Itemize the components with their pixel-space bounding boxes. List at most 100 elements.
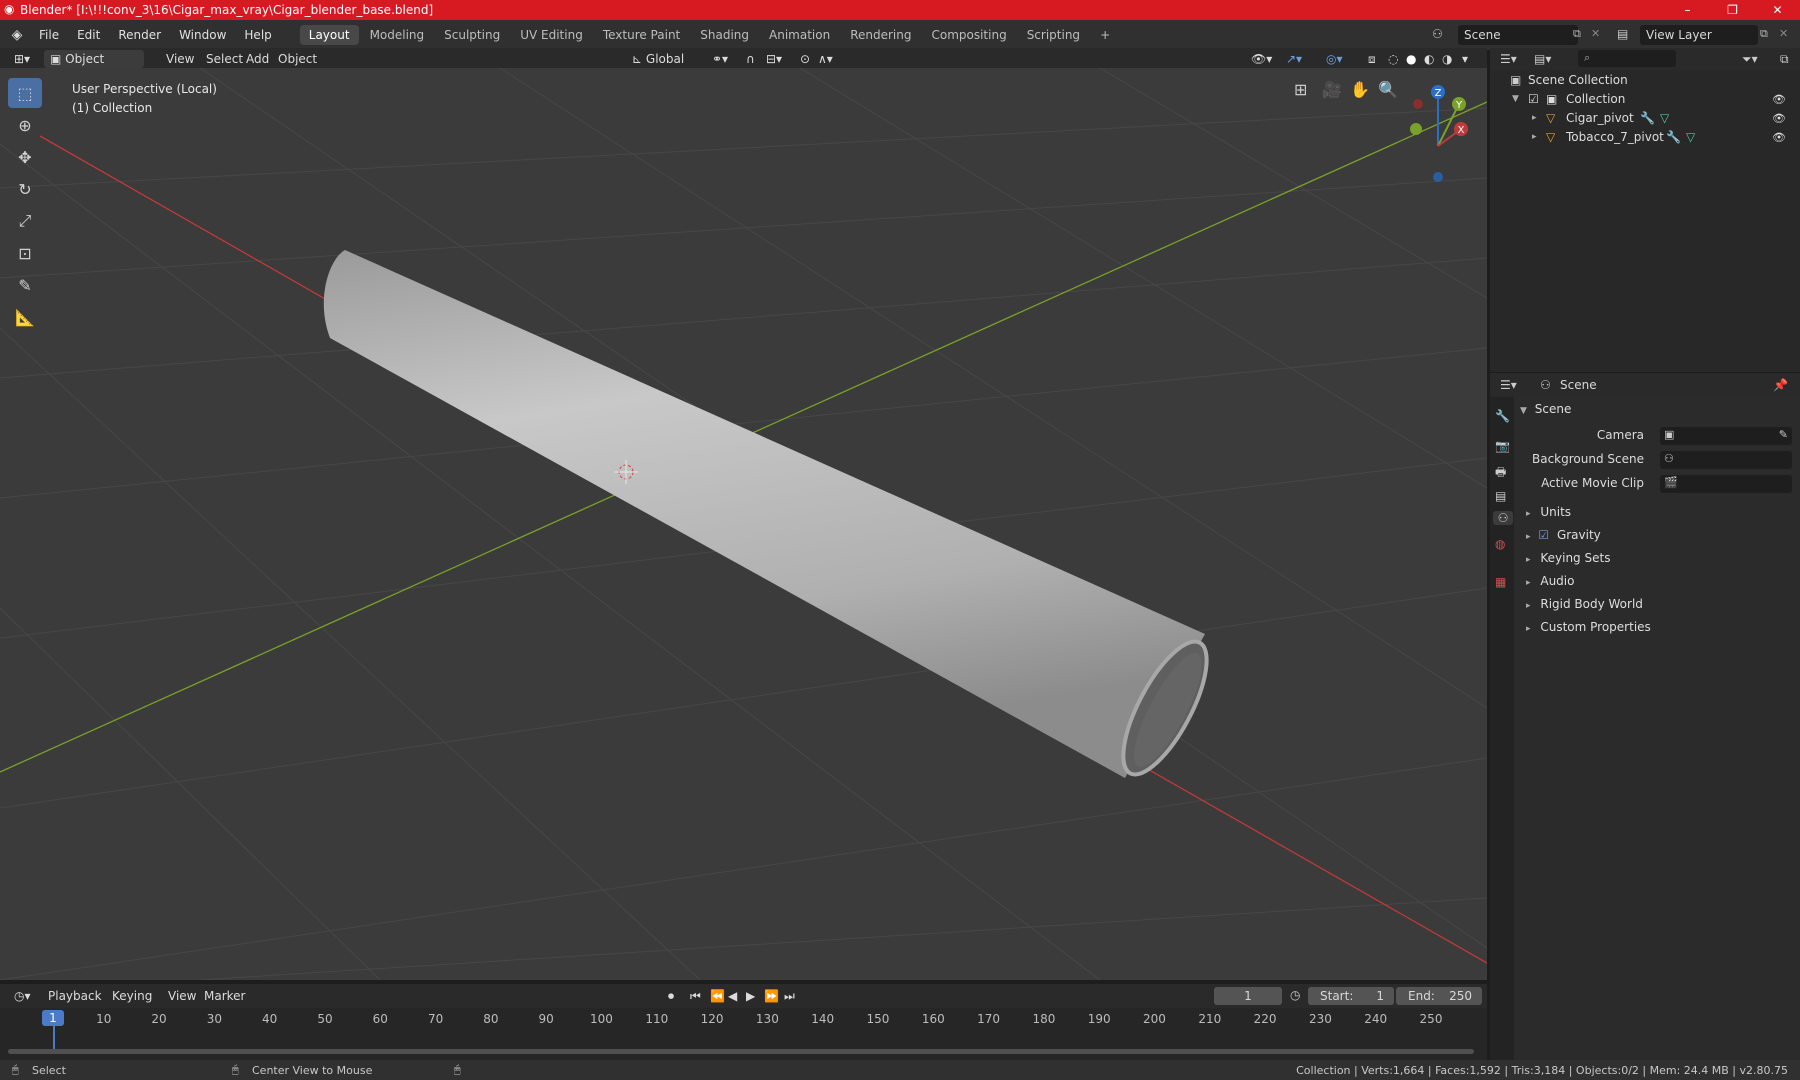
pan-hand-icon[interactable]: ✋ (1350, 80, 1370, 99)
active-movie-clip-field[interactable]: 🎬 (1660, 475, 1792, 493)
new-collection-icon[interactable]: ⧉ (1780, 52, 1789, 67)
scene-tab-icon[interactable]: ⚇ (1493, 511, 1513, 525)
orientation-selector[interactable]: ⊾ Global ▾ (626, 50, 698, 84)
view-layer-tab-icon[interactable]: ▤ (1495, 489, 1506, 503)
menu-help[interactable]: Help (235, 20, 280, 50)
collection-checkbox-icon[interactable]: ☑ (1528, 90, 1539, 109)
scene-section-header[interactable]: ▼ Scene (1520, 402, 1571, 416)
cigar-visibility-icon[interactable]: 👁 (1772, 109, 1786, 128)
maximize-button[interactable]: ❐ (1710, 0, 1755, 20)
mode-selector[interactable]: ▣ Object Mode ▾ (44, 50, 144, 84)
start-frame-field[interactable]: Start: 1 (1308, 987, 1394, 1005)
filter-icon[interactable]: ⏷▾ (1742, 52, 1758, 67)
editor-type-icon[interactable]: ⊞▾ (8, 50, 36, 68)
menu-add[interactable]: Add (240, 50, 275, 68)
outliner-editor-icon[interactable]: ☰▾ (1500, 52, 1517, 66)
keying-sets-section[interactable]: ▸ Keying Sets (1526, 551, 1610, 565)
modifier-wrench-icon[interactable]: 🔧 (1640, 109, 1655, 128)
outliner-row-scene-collection[interactable]: ▣ Scene Collection (1490, 71, 1800, 90)
snap-icon[interactable]: ∩ (740, 50, 761, 68)
menu-view[interactable]: View (160, 50, 200, 68)
tab-scripting[interactable]: Scripting (1018, 25, 1089, 45)
eyedropper-icon[interactable]: ✎ (1779, 428, 1788, 441)
close-button[interactable]: ✕ (1755, 0, 1800, 20)
measure-icon[interactable]: 📐 (8, 302, 42, 332)
menu-playback[interactable]: Playback (42, 987, 108, 1005)
visibility-icon[interactable]: 👁▾ (1245, 50, 1278, 68)
audio-section[interactable]: ▸ Audio (1526, 574, 1574, 588)
menu-file[interactable]: File (30, 20, 68, 50)
output-tab-icon[interactable]: 🖶 (1495, 463, 1506, 484)
current-frame-field[interactable]: 1 (1214, 987, 1282, 1005)
texture-tab-icon[interactable]: ▦ (1495, 575, 1506, 589)
pivot-point-icon[interactable]: ⚭▾ (706, 50, 734, 68)
navigation-gizmo[interactable]: Z Y X (1410, 85, 1468, 182)
timeline-editor-icon[interactable]: ◷▾ (8, 987, 37, 1005)
snap-target-icon[interactable]: ⊟▾ (760, 50, 788, 68)
tab-animation[interactable]: Animation (760, 25, 839, 45)
expand-object-icon[interactable]: ▸ (1532, 128, 1537, 147)
tab-shading[interactable]: Shading (691, 25, 758, 45)
move-icon[interactable]: ✥ (8, 142, 42, 172)
cursor-icon[interactable]: ⊕ (8, 110, 42, 140)
new-scene-icon[interactable]: ⧉ (1573, 27, 1581, 41)
world-tab-icon[interactable]: ◍ (1495, 537, 1505, 551)
mesh-data-icon[interactable]: ▽ (1686, 128, 1695, 147)
gravity-checkbox-icon[interactable]: ☑ (1538, 528, 1549, 542)
blender-menu-icon[interactable]: ◈ (4, 27, 30, 43)
annotate-icon[interactable]: ✎ (8, 270, 42, 300)
background-scene-field[interactable]: ⚇ (1660, 451, 1792, 469)
camera-view-icon[interactable]: 🎥 (1322, 80, 1342, 99)
expand-collection-icon[interactable]: ▼ (1512, 90, 1519, 109)
tab-layout[interactable]: Layout (299, 25, 359, 45)
zoom-icon[interactable]: 🔍 (1378, 80, 1398, 99)
end-frame-field[interactable]: End: 250 (1396, 987, 1482, 1005)
rigid-body-world-section[interactable]: ▸ Rigid Body World (1526, 597, 1643, 611)
delete-scene-icon[interactable]: ✕ (1591, 27, 1600, 40)
timeline[interactable]: 10 20 30 40 50 60 70 80 90 100 110 120 130 140 150 160 1… (0, 1008, 1487, 1060)
timeline-scrollbar[interactable] (8, 1049, 1474, 1054)
tab-texture-paint[interactable]: Texture Paint (594, 25, 689, 45)
3d-viewport[interactable]: Z Y X ⊞ 🎥 ✋ 🔍 (0, 68, 1487, 980)
overlay-toggle-icon[interactable]: ◎▾ (1320, 50, 1349, 68)
scene-selector[interactable]: Scene (1458, 25, 1578, 45)
transform-icon[interactable]: ⊡ (8, 238, 42, 268)
outliner-search-input[interactable]: ⌕ (1578, 50, 1676, 67)
view-layer-icon[interactable]: ▤ (1617, 27, 1628, 41)
outliner-row-cigar-pivot[interactable]: ▸ ▽ Cigar_pivot 🔧 ▽ 👁 (1490, 109, 1800, 128)
xray-icon[interactable]: ⧈ (1362, 50, 1382, 68)
preview-range-icon[interactable]: ◷ (1290, 988, 1300, 1002)
minimize-button[interactable]: – (1665, 0, 1710, 20)
menu-render[interactable]: Render (109, 20, 170, 50)
menu-window[interactable]: Window (170, 20, 235, 50)
cigar-object[interactable] (323, 250, 1223, 786)
toggle-perspective-icon[interactable]: ⊞ (1294, 80, 1307, 99)
new-view-layer-icon[interactable]: ⧉ (1760, 27, 1768, 41)
tab-sculpting[interactable]: Sculpting (435, 25, 509, 45)
modifier-wrench-icon[interactable]: 🔧 (1666, 128, 1681, 147)
outliner-row-collection[interactable]: ▼ ☑ ▣ Collection 👁 (1490, 90, 1800, 109)
outliner-row-tobacco-pivot[interactable]: ▸ ▽ Tobacco_7_pivot 🔧 ▽ 👁 (1490, 128, 1800, 147)
menu-marker[interactable]: Marker (198, 987, 251, 1005)
properties-editor-icon[interactable]: ☰▾ (1500, 378, 1517, 392)
add-workspace-button[interactable]: + (1091, 25, 1119, 45)
delete-view-layer-icon[interactable]: ✕ (1779, 27, 1788, 40)
collection-visibility-icon[interactable]: 👁 (1772, 90, 1786, 109)
scene-selector-icon[interactable]: ⚇ (1432, 27, 1443, 41)
shading-options-icon[interactable]: ▾ (1456, 50, 1474, 68)
gravity-section[interactable]: ▸ ☑ Gravity (1526, 528, 1601, 542)
render-tab-icon[interactable]: 📷 (1495, 439, 1510, 453)
gizmo-toggle-icon[interactable]: ↗▾ (1280, 50, 1308, 68)
tobacco-visibility-icon[interactable]: 👁 (1772, 128, 1786, 147)
display-mode-icon[interactable]: ▤▾ (1534, 52, 1551, 66)
menu-edit[interactable]: Edit (68, 20, 109, 50)
jump-end-icon[interactable]: ⏭ (778, 987, 801, 1005)
pin-icon[interactable]: 📌 (1773, 378, 1788, 392)
playhead-marker[interactable]: 1 (42, 1010, 64, 1026)
menu-object[interactable]: Object (272, 50, 323, 68)
select-box-icon[interactable]: ⬚ (8, 78, 42, 108)
tab-uv-editing[interactable]: UV Editing (511, 25, 592, 45)
tab-compositing[interactable]: Compositing (922, 25, 1015, 45)
rotate-icon[interactable]: ↻ (8, 174, 42, 204)
camera-field[interactable]: ▣ ✎ (1660, 427, 1792, 445)
